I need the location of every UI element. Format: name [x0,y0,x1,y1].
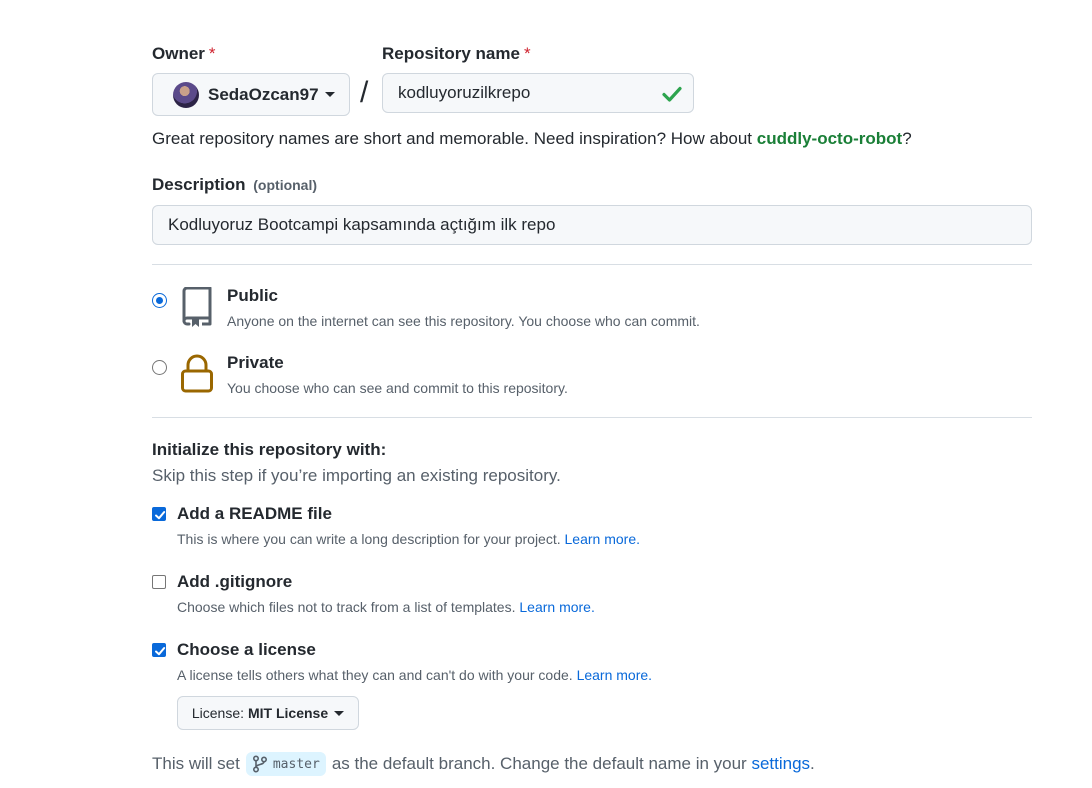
caret-down-icon [324,92,335,97]
public-title: Public [227,286,279,305]
readme-checkbox[interactable] [152,507,166,521]
owner-label: Owner * [152,44,216,63]
initialize-subtitle: Skip this step if you’re importing an ex… [152,466,561,485]
name-suggestion-link[interactable]: cuddly-octo-robot [757,129,902,148]
required-mark: * [523,44,531,63]
license-prefix: License: [191,705,244,721]
branch-label: master [245,752,326,776]
license-value: MIT License [248,705,329,721]
gitignore-checkbox[interactable] [152,575,166,589]
avatar [173,81,199,108]
gitignore-desc: Choose which files not to track from a l… [177,599,595,615]
owner-repo-separator: / [360,76,369,109]
git-branch-icon [252,755,267,773]
divider [152,264,1032,265]
readme-desc: This is where you can write a long descr… [177,531,640,547]
lock-icon [181,354,213,393]
caret-down-icon [334,710,345,716]
gitignore-learn-more-link[interactable]: Learn more. [519,599,594,615]
required-mark: * [208,44,216,63]
checkmark-icon [155,647,166,656]
gitignore-title: Add .gitignore [177,572,293,591]
repo-icon [182,287,212,327]
description-label: Description (optional) [152,175,318,194]
private-radio[interactable] [152,360,167,375]
private-desc: You choose who can see and commit to thi… [227,380,568,396]
settings-link[interactable]: settings [751,754,810,774]
description-value: Kodluyoruz Bootcampi kapsamında açtığım … [168,215,556,234]
private-title: Private [227,353,284,372]
public-desc: Anyone on the internet can see this repo… [227,313,700,329]
repo-name-hint: Great repository names are short and mem… [152,129,912,148]
license-title: Choose a license [177,640,316,659]
optional-tag: (optional) [253,177,318,193]
owner-name: SedaOzcan97 [208,84,319,104]
checkmark-icon [155,511,166,520]
license-desc: A license tells others what they can and… [177,667,653,683]
description-input[interactable]: Kodluyoruz Bootcampi kapsamında açtığım … [152,205,1032,245]
readme-learn-more-link[interactable]: Learn more. [565,531,640,547]
license-checkbox[interactable] [152,643,166,657]
initialize-title: Initialize this repository with: [152,440,387,459]
check-icon [662,86,682,102]
default-branch-note: This will set master as the default bran… [152,752,815,776]
repo-name-input[interactable]: kodluyoruzilkrepo [382,73,694,113]
divider [152,417,1032,418]
license-learn-more-link[interactable]: Learn more. [577,667,652,683]
owner-dropdown-button[interactable]: SedaOzcan97 [152,73,350,116]
readme-title: Add a README file [177,504,332,523]
public-radio[interactable] [152,293,167,308]
repo-name-label: Repository name * [382,44,531,63]
repo-name-value: kodluyoruzilkrepo [398,83,531,102]
license-select-button[interactable]: License: MIT License [177,696,359,730]
